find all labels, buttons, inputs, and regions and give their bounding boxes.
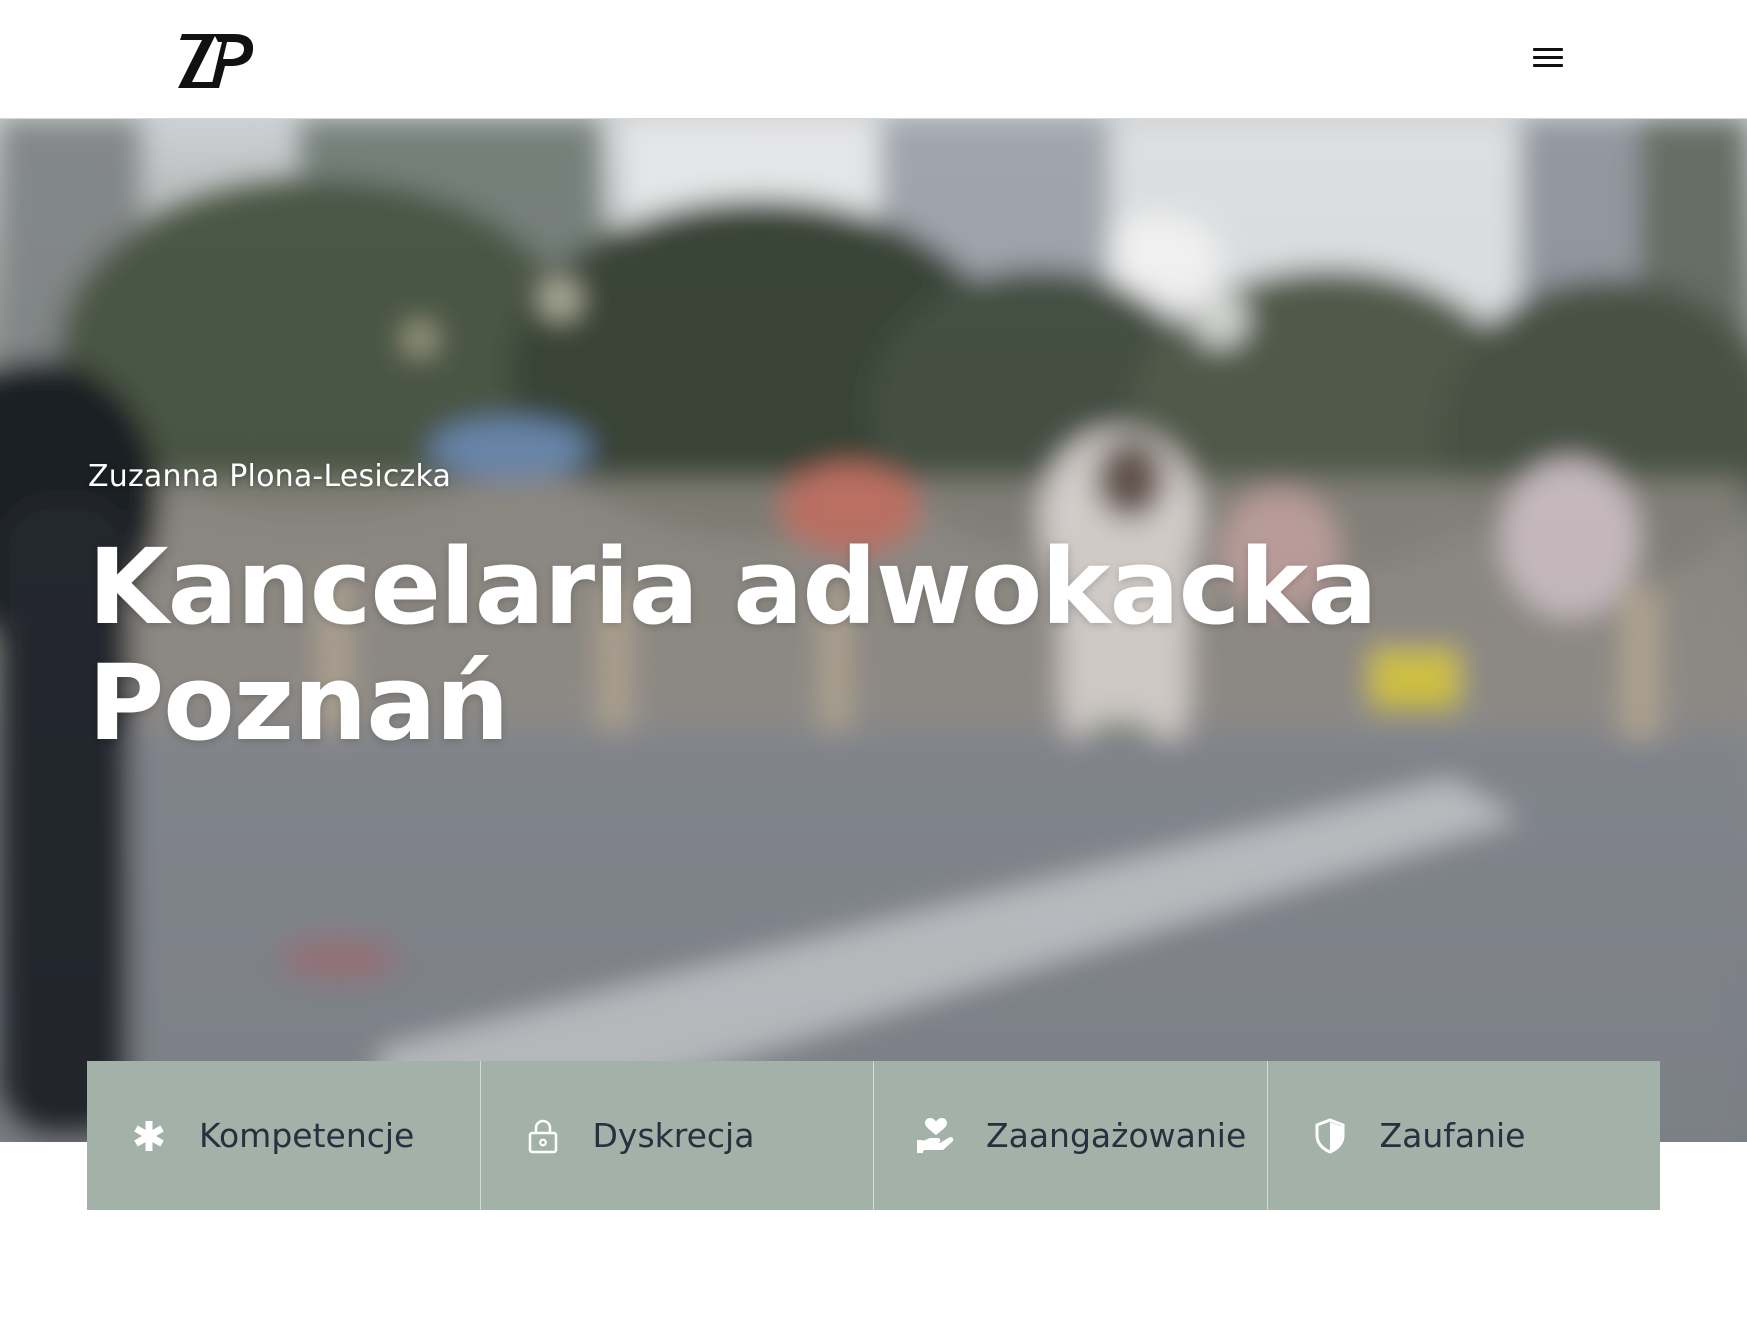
features-bar: Kompetencje Dyskrecja Zaangażowanie Zauf…: [87, 1061, 1660, 1210]
hero-title: Kancelaria adwokacka Poznań: [88, 529, 1488, 761]
feature-label: Zaangażowanie: [986, 1116, 1247, 1155]
hamburger-menu-icon[interactable]: [1526, 40, 1570, 76]
feature-kompetencje: Kompetencje: [87, 1061, 481, 1210]
hero-title-line-2: Poznań: [88, 642, 509, 764]
hero-title-line-1: Kancelaria adwokacka: [88, 526, 1378, 648]
site-header: [0, 0, 1747, 119]
logo[interactable]: [178, 30, 254, 90]
menu-line: [1533, 48, 1563, 51]
hero-section: Zuzanna Plona-Lesiczka Kancelaria adwoka…: [0, 119, 1747, 1142]
hero-subtitle: Zuzanna Plona-Lesiczka: [88, 459, 452, 494]
feature-zaufanie: Zaufanie: [1267, 1061, 1660, 1210]
shield-icon: [1310, 1116, 1350, 1156]
feature-label: Dyskrecja: [592, 1116, 755, 1155]
feature-label: Zaufanie: [1379, 1116, 1526, 1155]
feature-dyskrecja: Dyskrecja: [480, 1061, 874, 1210]
menu-line: [1533, 56, 1563, 59]
menu-line: [1533, 64, 1563, 67]
zp-logo-mark: [178, 34, 254, 88]
asterisk-icon: [129, 1116, 169, 1156]
feature-label: Kompetencje: [199, 1116, 415, 1155]
lock-icon: [523, 1116, 563, 1156]
feature-zaangazowanie: Zaangażowanie: [874, 1061, 1268, 1210]
hand-heart-icon: [916, 1116, 956, 1156]
